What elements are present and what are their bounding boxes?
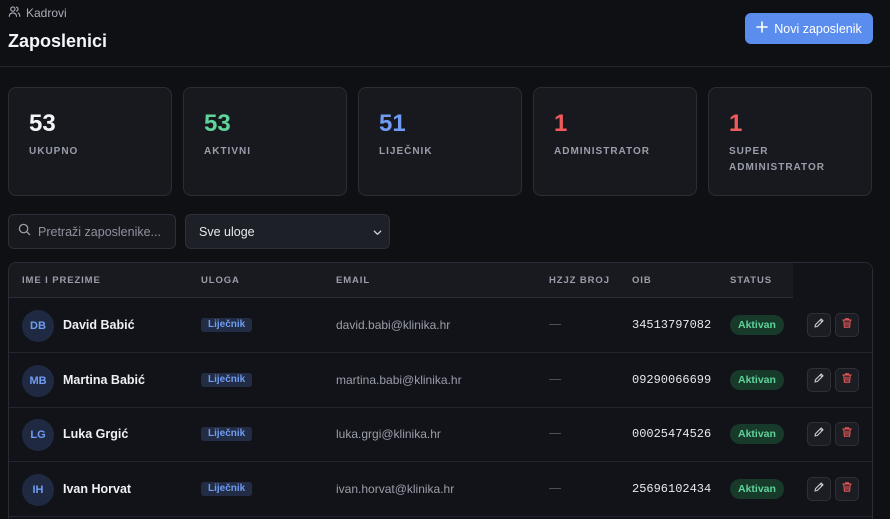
employee-name: David Babić	[63, 318, 135, 332]
stat-value: 1	[729, 110, 743, 137]
breadcrumb[interactable]: Kadrovi	[8, 6, 67, 20]
stat-label: LIJEČNIK	[379, 146, 433, 157]
pencil-icon	[813, 480, 825, 498]
employees-table: IME I PREZIME ULOGA EMAIL HZJZ BROJ OIB …	[8, 262, 873, 519]
status-badge: Aktivan	[730, 315, 784, 335]
avatar: IH	[22, 473, 54, 506]
avatar: DB	[22, 310, 54, 342]
status-badge: Aktivan	[730, 424, 784, 444]
table-row[interactable]: DB David Babić Liječnik david.babi@klinika.…	[9, 298, 872, 353]
table-row[interactable]: IH Ivan Horvat Liječnik ivan.horvat@klinika…	[9, 462, 872, 517]
stat-label: AKTIVNI	[204, 146, 251, 157]
employee-email: luka.grgi@klinika.hr	[336, 427, 441, 441]
role-badge: Liječnik	[201, 372, 253, 387]
status-badge: Aktivan	[730, 478, 784, 499]
column-header-email[interactable]: EMAIL	[336, 275, 370, 286]
hzjz-empty-dash	[549, 433, 561, 434]
avatar: MB	[22, 364, 54, 397]
edit-button[interactable]	[807, 476, 831, 501]
employee-name: Luka Grgić	[63, 427, 129, 441]
hzjz-empty-dash	[549, 378, 561, 380]
hzjz-empty-dash	[549, 324, 561, 325]
status-badge: Aktivan	[730, 369, 784, 390]
hzjz-empty-dash	[549, 487, 561, 489]
trash-icon	[841, 480, 853, 498]
employee-oib: 34513797082	[632, 318, 712, 332]
stat-label: ADMINISTRATOR	[554, 146, 650, 157]
role-badge: Liječnik	[201, 318, 253, 332]
delete-button[interactable]	[835, 313, 859, 337]
employee-oib: 00025474526	[632, 427, 712, 441]
search-icon	[18, 223, 31, 241]
pencil-icon	[813, 425, 825, 443]
trash-icon	[841, 371, 853, 389]
edit-button[interactable]	[807, 367, 831, 392]
stat-value: 53	[29, 110, 56, 137]
role-badge: Liječnik	[201, 481, 253, 496]
table-row[interactable]: LG Luka Grgić Liječnik luka.grgi@klinika.hr…	[9, 407, 872, 462]
stat-card-total: 53 UKUPNO	[8, 87, 172, 196]
stat-card-admins: 1 ADMINISTRATOR	[533, 87, 697, 196]
delete-button[interactable]	[835, 422, 859, 446]
employee-oib: 25696102434	[632, 481, 712, 496]
search-box[interactable]	[8, 214, 176, 249]
employee-name: Martina Babić	[63, 372, 145, 387]
delete-button[interactable]	[835, 476, 859, 501]
page-header: Kadrovi Zaposlenici Novi zaposlenik	[0, 0, 890, 67]
employee-name: Ivan Horvat	[63, 481, 132, 496]
stat-card-super-admins: 1 SUPER ADMINISTRATOR	[708, 87, 872, 196]
delete-button[interactable]	[835, 367, 859, 392]
employee-oib: 09290066699	[632, 372, 712, 387]
edit-button[interactable]	[807, 422, 831, 446]
employee-email: david.babi@klinika.hr	[336, 318, 451, 332]
trash-icon	[841, 425, 853, 443]
column-header-status[interactable]: STATUS	[730, 275, 772, 286]
pencil-icon	[813, 316, 825, 334]
pencil-icon	[813, 371, 825, 389]
page-title: Zaposlenici	[8, 31, 108, 51]
role-select-value: Sve uloge	[199, 224, 255, 239]
role-select[interactable]: Sve uloge	[185, 214, 390, 249]
role-badge: Liječnik	[201, 427, 253, 441]
breadcrumb-label[interactable]: Kadrovi	[26, 6, 67, 20]
employee-email: ivan.horvat@klinika.hr	[336, 481, 455, 496]
table-row[interactable]: MB Martina Babić Liječnik martina.babi@klin…	[9, 353, 872, 408]
users-icon	[8, 5, 21, 21]
column-header-role[interactable]: ULOGA	[201, 275, 240, 286]
stat-card-doctors: 51 LIJEČNIK	[358, 87, 522, 196]
stat-label: SUPER ADMINISTRATOR	[729, 146, 825, 173]
stat-value: 51	[379, 110, 406, 137]
stat-card-active: 53 AKTIVNI	[183, 87, 347, 196]
new-employee-button[interactable]: Novi zaposlenik	[745, 13, 873, 44]
column-header-name[interactable]: IME I PREZIME	[22, 275, 101, 286]
column-header-actions	[793, 263, 872, 298]
edit-button[interactable]	[807, 313, 831, 337]
table-header: IME I PREZIME ULOGA EMAIL HZJZ BROJ OIB …	[9, 263, 872, 298]
plus-icon	[756, 21, 769, 36]
stat-value: 1	[554, 110, 568, 137]
column-header-hzjz[interactable]: HZJZ BROJ	[549, 275, 610, 286]
trash-icon	[841, 316, 853, 334]
employee-email: martina.babi@klinika.hr	[336, 372, 462, 387]
column-header-oib[interactable]: OIB	[632, 275, 652, 286]
new-employee-label: Novi zaposlenik	[774, 21, 862, 36]
stat-value: 53	[204, 110, 231, 137]
stat-label: UKUPNO	[29, 146, 79, 157]
search-input[interactable]	[38, 224, 168, 239]
avatar: LG	[22, 419, 54, 451]
